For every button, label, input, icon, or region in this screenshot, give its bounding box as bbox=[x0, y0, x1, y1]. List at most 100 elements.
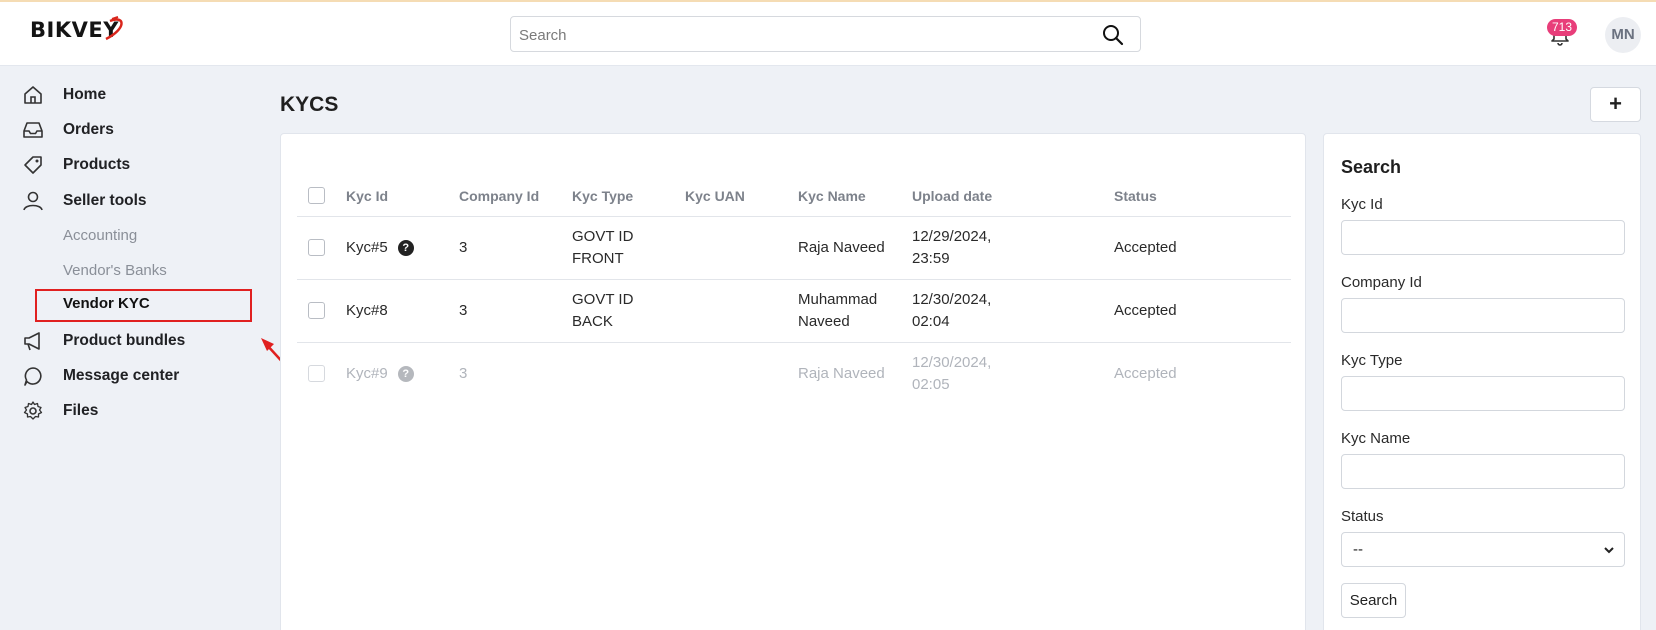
search-icon[interactable] bbox=[1102, 24, 1124, 46]
kyc-type-line: GOVT ID bbox=[572, 291, 634, 308]
kyc-id: Kyc#5 bbox=[346, 239, 388, 256]
sidebar-item-label: Seller tools bbox=[63, 192, 147, 209]
kyc-type-line: FRONT bbox=[572, 250, 624, 267]
kyc-name-cell: Raja Naveed bbox=[798, 239, 885, 256]
search-button[interactable]: Search bbox=[1341, 583, 1406, 618]
help-icon[interactable]: ? bbox=[397, 240, 414, 256]
search-filter-panel: Search Kyc Id Company Id Kyc Type Kyc Na… bbox=[1323, 133, 1641, 630]
brand-logo[interactable]: BIKVEY bbox=[30, 16, 123, 42]
sidebar-item-files[interactable]: Files bbox=[0, 396, 262, 426]
megaphone-icon bbox=[24, 332, 40, 351]
field-label: Kyc Name bbox=[1341, 430, 1411, 447]
kyc-table-panel: Kyc Id Company Id Kyc Type Kyc UAN Kyc N… bbox=[280, 133, 1306, 630]
column-header[interactable]: Company Id bbox=[459, 185, 539, 207]
sidebar-item-label: Files bbox=[63, 402, 99, 419]
status-cell: Accepted bbox=[1114, 365, 1177, 382]
upload-date-cell: 12/30/2024, 02:04 bbox=[912, 289, 991, 333]
sidebar-item-seller-tools[interactable]: Seller tools bbox=[0, 186, 262, 216]
table-row[interactable]: Kyc#8 3 GOVT ID BACK Muhammad Naveed 12/30… bbox=[297, 280, 1291, 343]
sidebar: Home Orders Products Seller tools Accoun… bbox=[0, 66, 262, 630]
global-search[interactable] bbox=[510, 16, 1141, 52]
time-line: 02:05 bbox=[912, 376, 950, 393]
row-checkbox[interactable] bbox=[308, 365, 325, 382]
top-bar: BIKVEY 713 MN bbox=[0, 0, 1656, 66]
kyc-type-cell: GOVT ID FRONT bbox=[572, 226, 633, 270]
status-cell: Accepted bbox=[1114, 302, 1177, 319]
name-line: Muhammad bbox=[798, 291, 878, 308]
sidebar-item-orders[interactable]: Orders bbox=[0, 115, 262, 145]
user-icon bbox=[23, 191, 43, 211]
gear-icon bbox=[23, 401, 43, 420]
sidebar-item-message-center[interactable]: Message center bbox=[0, 361, 262, 391]
select-all-checkbox[interactable] bbox=[308, 187, 325, 204]
field-label: Company Id bbox=[1341, 274, 1422, 291]
sidebar-item-products[interactable]: Products bbox=[0, 150, 262, 180]
table-header: Kyc Id Company Id Kyc Type Kyc UAN Kyc N… bbox=[297, 174, 1291, 217]
row-checkbox[interactable] bbox=[308, 302, 325, 319]
inbox-icon bbox=[23, 122, 43, 138]
date-line: 12/30/2024, bbox=[912, 354, 992, 371]
page-title: KYCS bbox=[280, 93, 339, 116]
sidebar-item-label: Orders bbox=[63, 121, 114, 138]
sidebar-item-accounting[interactable]: Accounting bbox=[0, 221, 262, 251]
status-select[interactable]: -- bbox=[1341, 532, 1625, 567]
kyc-name-field[interactable] bbox=[1341, 454, 1625, 489]
table-row[interactable]: Kyc#9? 3 Raja Naveed 12/30/2024, 02:05 Ac… bbox=[297, 343, 1291, 406]
column-header[interactable]: Kyc Type bbox=[572, 185, 633, 207]
sidebar-item-vendor-kyc[interactable]: Vendor KYC bbox=[0, 289, 262, 322]
sidebar-item-label: Vendor's Banks bbox=[63, 262, 167, 279]
add-kyc-button[interactable]: + bbox=[1590, 87, 1641, 122]
column-header[interactable]: Upload date bbox=[912, 185, 992, 207]
upload-date-cell: 12/29/2024, 23:59 bbox=[912, 226, 991, 270]
tag-icon bbox=[24, 156, 42, 174]
time-line: 23:59 bbox=[912, 250, 950, 267]
sidebar-item-vendors-banks[interactable]: Vendor's Banks bbox=[0, 256, 262, 286]
table-row[interactable]: Kyc#5? 3 GOVT ID FRONT Raja Naveed 12/29/… bbox=[297, 217, 1291, 280]
kyc-type-field[interactable] bbox=[1341, 376, 1625, 411]
upload-date-cell: 12/30/2024, 02:05 bbox=[912, 352, 991, 396]
avatar[interactable]: MN bbox=[1605, 17, 1641, 53]
date-line: 12/30/2024, bbox=[912, 291, 992, 308]
column-header[interactable]: Status bbox=[1114, 185, 1157, 207]
name-line: Naveed bbox=[798, 313, 850, 330]
status-cell: Accepted bbox=[1114, 239, 1177, 256]
kyc-type-line: GOVT ID bbox=[572, 228, 634, 245]
company-id-cell: 3 bbox=[459, 239, 468, 256]
column-header[interactable]: Kyc Name bbox=[798, 185, 866, 207]
sidebar-item-label: Products bbox=[63, 156, 131, 173]
kyc-id-cell[interactable]: Kyc#5? bbox=[346, 237, 414, 259]
sidebar-item-product-bundles[interactable]: Product bundles bbox=[0, 326, 262, 356]
sidebar-item-label: Product bundles bbox=[63, 332, 186, 349]
kyc-table: Kyc Id Company Id Kyc Type Kyc UAN Kyc N… bbox=[297, 174, 1291, 406]
kyc-id-field[interactable] bbox=[1341, 220, 1625, 255]
kyc-name-cell: Raja Naveed bbox=[798, 365, 885, 382]
filter-title: Search bbox=[1341, 157, 1402, 177]
help-icon[interactable]: ? bbox=[397, 366, 414, 382]
field-label: Status bbox=[1341, 508, 1384, 525]
field-label: Kyc Type bbox=[1341, 352, 1403, 369]
column-header[interactable]: Kyc Id bbox=[346, 185, 388, 207]
kyc-id-cell[interactable]: Kyc#9? bbox=[346, 363, 414, 385]
field-label: Kyc Id bbox=[1341, 196, 1383, 213]
notification-badge: 713 bbox=[1547, 19, 1578, 36]
row-checkbox[interactable] bbox=[308, 239, 325, 256]
sidebar-item-label: Vendor KYC bbox=[63, 295, 150, 312]
kyc-id: Kyc#9 bbox=[346, 365, 388, 382]
sidebar-item-label: Accounting bbox=[63, 227, 138, 244]
time-line: 02:04 bbox=[912, 313, 950, 330]
date-line: 12/29/2024, bbox=[912, 228, 992, 245]
sidebar-item-home[interactable]: Home bbox=[0, 80, 262, 110]
company-id-cell: 3 bbox=[459, 302, 468, 319]
sidebar-item-label: Message center bbox=[63, 367, 180, 384]
logo-swoosh-icon bbox=[105, 16, 123, 41]
company-id-cell: 3 bbox=[459, 365, 468, 382]
kyc-name-cell: Muhammad Naveed bbox=[798, 289, 877, 333]
column-header[interactable]: Kyc UAN bbox=[685, 185, 745, 207]
kyc-id-cell[interactable]: Kyc#8 bbox=[346, 300, 388, 322]
status-selected-value: -- bbox=[1353, 541, 1363, 558]
company-id-field[interactable] bbox=[1341, 298, 1625, 333]
chat-icon bbox=[24, 367, 42, 386]
kyc-type-line: BACK bbox=[572, 313, 613, 330]
home-icon bbox=[24, 86, 42, 104]
search-input[interactable] bbox=[519, 25, 1079, 45]
